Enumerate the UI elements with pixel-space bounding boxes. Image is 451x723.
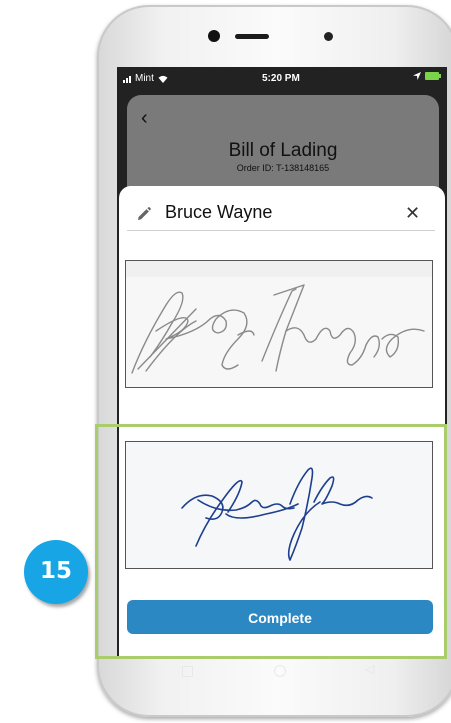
status-bar-right xyxy=(413,72,441,80)
proximity-sensor xyxy=(324,32,333,41)
reference-signature-image xyxy=(131,284,425,374)
signature-template-box xyxy=(125,260,433,388)
android-nav-bar: ◁ xyxy=(117,656,447,686)
back-icon[interactable]: ◁ xyxy=(365,662,374,676)
carrier-name: Mint xyxy=(135,73,154,84)
step-number-badge: 15 xyxy=(24,540,88,604)
recent-apps-icon[interactable] xyxy=(182,666,193,677)
status-bar: Mint 5:20 PM xyxy=(117,67,447,89)
close-icon[interactable]: ✕ xyxy=(405,204,420,222)
chevron-left-icon[interactable]: ‹ xyxy=(141,108,155,128)
earpiece-speaker xyxy=(235,34,269,39)
highlight-frame xyxy=(95,424,447,659)
header-divider xyxy=(127,230,435,231)
signer-name: Bruce Wayne xyxy=(165,202,273,222)
status-time: 5:20 PM xyxy=(262,73,300,84)
signal-icon xyxy=(123,75,131,83)
home-icon[interactable] xyxy=(274,665,286,677)
order-id-label: Order ID: T-138148165 xyxy=(236,163,330,173)
pencil-icon xyxy=(138,207,151,220)
battery-charging-icon xyxy=(425,72,441,80)
location-icon xyxy=(413,72,421,80)
front-camera xyxy=(208,30,220,42)
status-bar-left: Mint xyxy=(123,73,168,84)
page-title: Bill of Lading xyxy=(228,140,338,161)
wifi-icon xyxy=(158,75,168,83)
